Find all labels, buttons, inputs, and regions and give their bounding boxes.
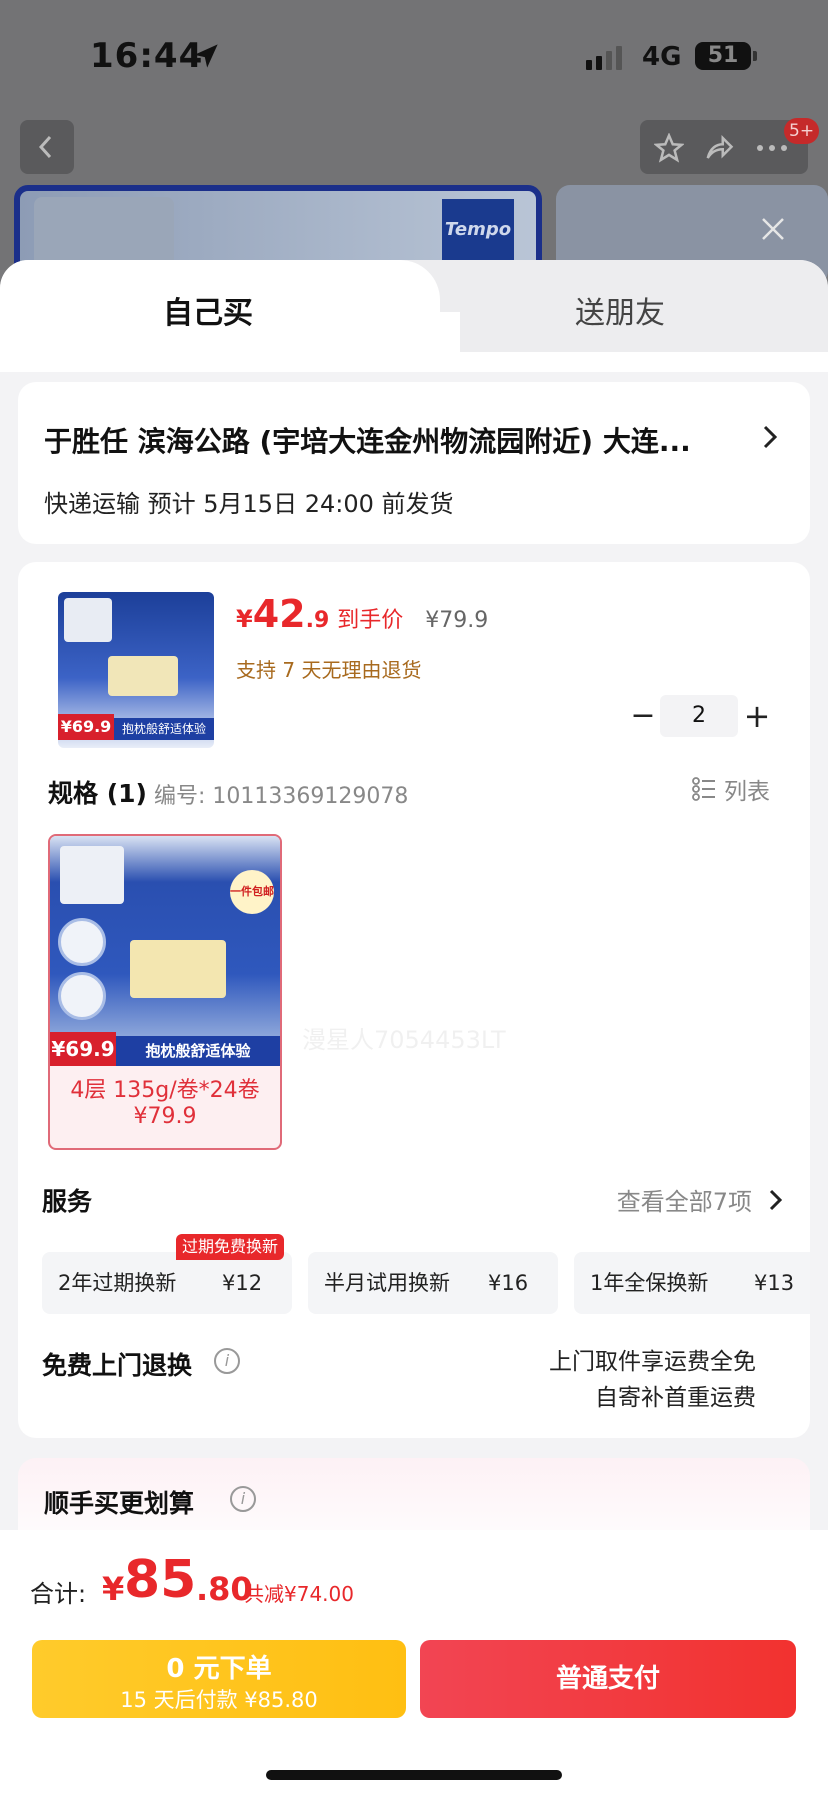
price-decimal: .9 (305, 608, 330, 633)
status-bar: 16:44 4G 51 (0, 32, 828, 82)
pay-later-button[interactable]: 0 元下单 15 天后付款 ¥85.80 (32, 1640, 406, 1718)
star-icon[interactable] (654, 133, 684, 163)
share-icon[interactable] (704, 133, 734, 163)
service-chip-name: 1年全保换新 (590, 1271, 709, 1295)
battery-icon: 51 (695, 42, 757, 70)
services-title: 服务 (42, 1187, 93, 1216)
list-icon (692, 777, 715, 801)
free-return-title: 免费上门退换 (42, 1351, 193, 1380)
chevron-right-icon (763, 425, 778, 449)
watermark: 漫星人7054453LT (302, 1026, 506, 1054)
signal-icon (586, 46, 622, 70)
tab-bar: 自己买 送朋友 (0, 260, 828, 360)
more-icon[interactable] (754, 133, 790, 163)
notification-badge: 5+ (784, 118, 820, 144)
service-chip-price: ¥12 (222, 1271, 263, 1295)
free-return-desc-2: 自寄补首重运费 (595, 1385, 756, 1411)
quantity-increase-button[interactable]: + (740, 700, 774, 734)
free-shipping-stamp: 一件包邮 (230, 870, 274, 914)
spec-image-price: ¥69.9 (50, 1032, 116, 1066)
quantity-input[interactable]: 2 (660, 695, 738, 737)
tab-self[interactable]: 自己买 (163, 288, 253, 332)
service-chip[interactable]: 1年全保换新 ¥13 (574, 1252, 810, 1314)
location-arrow-icon (194, 44, 218, 68)
info-icon[interactable]: i (214, 1348, 240, 1374)
status-time: 16:44 (90, 36, 204, 76)
pay-later-title: 0 元下单 (166, 1654, 272, 1684)
spec-option-image: 一件包邮 ¥69.9 抱枕般舒适体验 (50, 836, 280, 1066)
thumb-banner: 抱枕般舒适体验 (114, 718, 214, 740)
list-view-toggle[interactable]: 列表 (692, 772, 770, 806)
home-indicator (266, 1770, 562, 1780)
header-actions (640, 120, 808, 174)
service-chip-name: 半月试用换新 (324, 1271, 450, 1295)
service-chip-price: ¥16 (488, 1271, 529, 1295)
price-label: 到手价 (337, 608, 404, 633)
spec-option[interactable]: 一件包邮 ¥69.9 抱枕般舒适体验 4层 135g/卷*24卷 ¥79.9 (48, 834, 282, 1150)
spec-image-banner: 抱枕般舒适体验 (116, 1036, 280, 1066)
services-view-all-label: 查看全部7项 (616, 1188, 752, 1216)
address-card[interactable]: 于胜任 滨海公路 (宇培大连金州物流园附近) 大连... 快递运输 预计 5月1… (18, 382, 810, 544)
pay-later-subtitle: 15 天后付款 ¥85.80 (120, 1688, 318, 1712)
service-chip-price: ¥13 (754, 1271, 795, 1295)
price-currency: ¥ (236, 605, 253, 633)
price-row: ¥42.9 到手价 ¥79.9 (236, 592, 488, 636)
bundle-deals-title: 顺手买更划算 (44, 1489, 195, 1518)
return-policy: 支持 7 天无理由退货 (236, 658, 422, 682)
tab-gift[interactable]: 送朋友 (575, 288, 665, 332)
service-chip-name: 2年过期换新 (58, 1271, 177, 1295)
list-toggle-label: 列表 (724, 779, 770, 805)
address-line: 于胜任 滨海公路 (宇培大连金州物流园附近) 大连... (44, 425, 691, 458)
free-return-desc-1: 上门取件享运费全免 (549, 1349, 756, 1375)
chevron-right-icon (769, 1189, 783, 1210)
shipping-estimate: 快递运输 预计 5月15日 24:00 前发货 (44, 490, 454, 518)
back-button[interactable] (20, 120, 74, 174)
total-integer: 85 (124, 1550, 197, 1610)
normal-pay-button[interactable]: 普通支付 (420, 1640, 796, 1718)
product-card: ¥69.9 抱枕般舒适体验 ¥42.9 到手价 ¥79.9 支持 7 天无理由退货 … (18, 562, 810, 1438)
info-icon[interactable]: i (230, 1486, 256, 1512)
service-chip[interactable]: 半月试用换新 ¥16 (308, 1252, 558, 1314)
quantity-decrease-button[interactable]: − (628, 701, 658, 732)
product-thumbnail: ¥69.9 抱枕般舒适体验 (58, 592, 214, 748)
original-price: ¥79.9 (425, 608, 489, 633)
total-label: 合计: (30, 1580, 87, 1608)
total-currency: ¥ (102, 1570, 125, 1608)
service-tag: 过期免费换新 (176, 1234, 285, 1260)
spec-title: 规格 (1) (48, 779, 147, 808)
services-view-all[interactable]: 查看全部7项 (617, 1182, 784, 1217)
service-chip[interactable]: 2年过期换新 ¥12 (42, 1252, 292, 1314)
network-type: 4G (642, 42, 682, 72)
price-integer: 42 (252, 592, 306, 636)
thumb-price-tag: ¥69.9 (58, 714, 114, 740)
checkout-bar: 合计: ¥ 85 .80 共减¥74.00 0 元下单 15 天后付款 ¥85.… (0, 1530, 828, 1795)
spec-option-name: 4层 135g/卷*24卷 (70, 1078, 260, 1103)
spec-option-price: ¥79.9 (133, 1104, 197, 1129)
service-chip-row: 2年过期换新 ¥12 半月试用换新 ¥16 1年全保换新 ¥13 (42, 1252, 810, 1314)
spec-code: 编号: 10113369129078 (154, 784, 409, 809)
brand-logo: Tempo (442, 199, 514, 261)
close-icon[interactable] (758, 214, 788, 244)
chevron-left-icon (38, 135, 52, 159)
total-savings: 共减¥74.00 (244, 1582, 354, 1606)
